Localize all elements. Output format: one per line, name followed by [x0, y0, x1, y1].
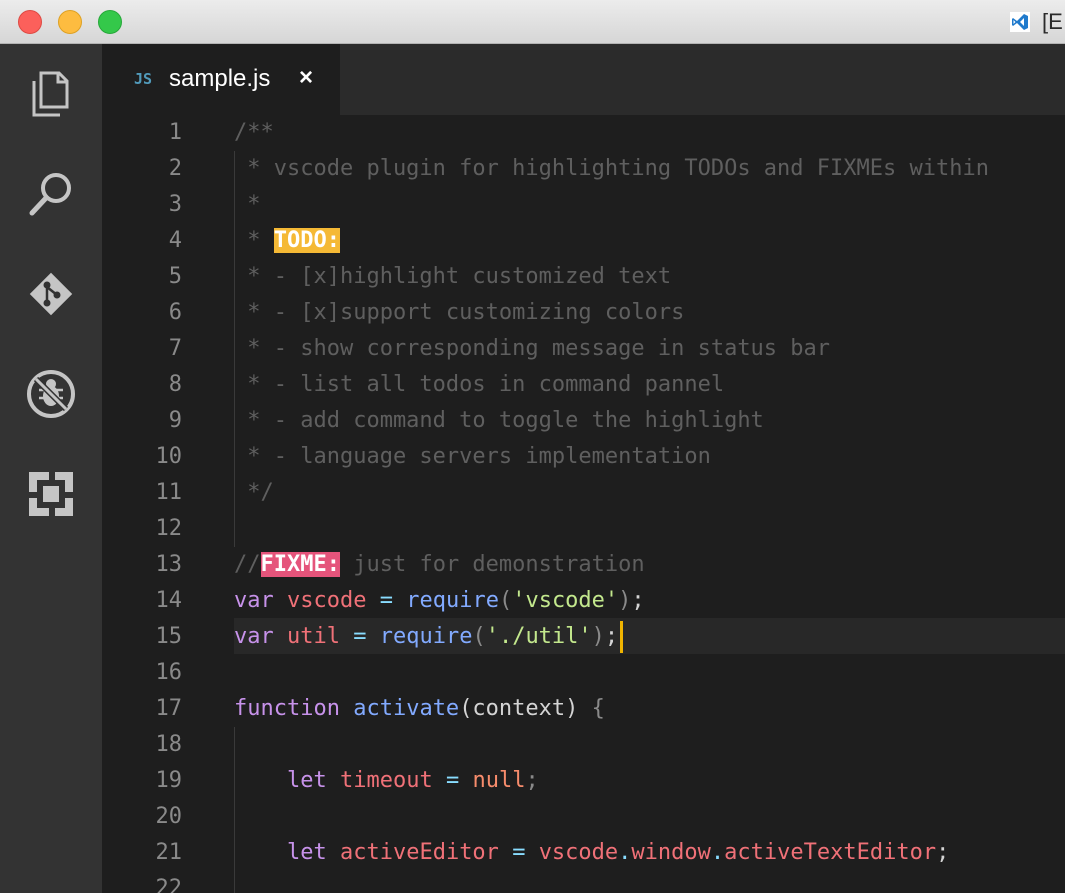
line-number: 17: [155, 696, 183, 721]
line-number: 4: [168, 228, 182, 253]
code-line-13: //FIXME: just for demonstration: [234, 552, 645, 577]
code-line-4: * TODO:: [234, 228, 340, 253]
files-icon[interactable]: [25, 68, 77, 120]
code-line-5: * - [x]highlight customized text: [234, 264, 672, 289]
editor-tab-bar: JS sample.js ×: [102, 44, 1065, 115]
line-number: 21: [155, 840, 183, 865]
code-line-3: *: [234, 192, 261, 217]
code-line-2: * vscode plugin for highlighting TODOs a…: [234, 156, 989, 181]
code-line-1: /**: [234, 120, 274, 145]
close-window-button[interactable]: [18, 10, 42, 34]
line-number: 13: [155, 552, 183, 577]
code-line-7: * - show corresponding message in status…: [234, 336, 831, 361]
code-editor[interactable]: 1 2 3 4 5 6 7 8 9 10 11 12 13 14 15 16 17 18 19 20 21 22 /** …: [102, 115, 1065, 893]
close-tab-icon[interactable]: ×: [299, 64, 313, 92]
line-number: 22: [155, 876, 183, 893]
minimize-window-button[interactable]: [58, 10, 82, 34]
line-number: 2: [168, 156, 182, 181]
code-line-15: var util = require('./util');: [234, 619, 624, 655]
line-number: 7: [168, 336, 182, 361]
line-number: 18: [155, 732, 183, 757]
line-number: 19: [155, 768, 183, 793]
tab-sample-js[interactable]: JS sample.js ×: [102, 44, 340, 115]
code-line-17: function activate(context) {: [234, 696, 605, 721]
tab-label: sample.js: [169, 65, 271, 92]
code-line-10: * - language servers implementation: [234, 444, 711, 469]
line-number: 9: [168, 408, 182, 433]
code-line-21: let activeEditor = vscode.window.activeT…: [286, 840, 950, 865]
search-icon[interactable]: [25, 168, 77, 220]
line-number: 12: [155, 516, 183, 541]
code-line-8: * - list all todos in command pannel: [234, 372, 725, 397]
line-number: 3: [168, 192, 182, 217]
line-number: 8: [168, 372, 182, 397]
extensions-icon[interactable]: [25, 468, 77, 520]
javascript-file-icon: JS: [134, 70, 153, 88]
git-icon[interactable]: [25, 268, 77, 320]
line-number: 5: [168, 264, 182, 289]
line-number: 15: [155, 624, 183, 649]
text-cursor: [620, 621, 624, 653]
line-number: 14: [155, 588, 183, 613]
line-number: 6: [168, 300, 182, 325]
code-line-14: var vscode = require('vscode');: [234, 588, 645, 613]
line-number: 20: [155, 804, 183, 829]
line-number: 11: [155, 480, 183, 505]
code-line-6: * - [x]support customizing colors: [234, 300, 685, 325]
title-bar: [E: [0, 0, 1065, 44]
debug-icon[interactable]: [25, 368, 77, 420]
fixme-highlight: FIXME:: [260, 552, 340, 577]
code-line-9: * - add command to toggle the highlight: [234, 408, 764, 433]
todo-highlight: TODO:: [273, 228, 340, 253]
line-number: 10: [155, 444, 183, 469]
activity-bar: [0, 44, 102, 893]
line-number: 1: [168, 120, 182, 145]
line-number: 16: [155, 660, 183, 685]
zoom-window-button[interactable]: [98, 10, 122, 34]
code-line-19: let timeout = null;: [286, 768, 539, 793]
window-title: [E: [1042, 9, 1063, 34]
code-line-11: */: [234, 480, 274, 505]
vscode-app-icon: [1010, 12, 1030, 32]
